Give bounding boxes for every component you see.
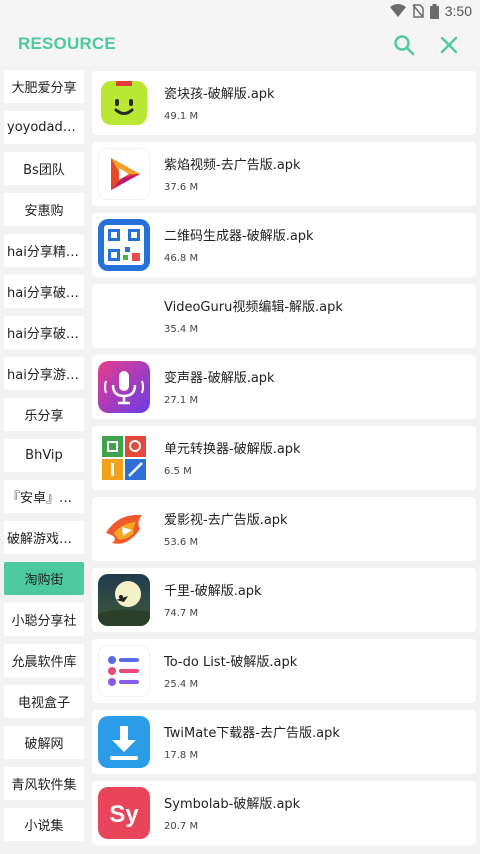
microphone-icon <box>98 361 150 413</box>
app-size: 25.4 M <box>164 679 199 690</box>
no-sim-icon <box>412 4 424 18</box>
app-size: 27.1 M <box>164 395 199 406</box>
svg-text:Sy: Sy <box>109 801 139 828</box>
sidebar-item[interactable]: Bs团队 <box>4 152 84 185</box>
app-name: 单元转换器-破解版.apk <box>164 442 301 457</box>
moon-witch-icon <box>98 574 150 626</box>
app-card[interactable]: 爱影视-去广告版.apk 53.6 M <box>92 497 476 561</box>
app-name: VideoGuru视频编辑-解版.apk <box>164 300 343 315</box>
app-card[interactable]: 单元转换器-破解版.apk 6.5 M <box>92 426 476 490</box>
app-name: Symbolab-破解版.apk <box>164 797 301 812</box>
sidebar-item[interactable]: yoyodadada <box>4 111 84 144</box>
app-name: 千里-破解版.apk <box>164 584 262 599</box>
app-card[interactable]: 二维码生成器-破解版.apk 46.8 M <box>92 213 476 277</box>
app-name: 二维码生成器-破解版.apk <box>164 229 314 244</box>
battery-icon <box>429 3 439 19</box>
search-icon <box>394 35 415 56</box>
status-bar: 3:50 <box>0 0 480 24</box>
sidebar-item[interactable]: 大肥爱分享 <box>4 70 84 103</box>
app-card[interactable]: To-do List-破解版.apk 25.4 M <box>92 639 476 703</box>
app-card[interactable]: 紫焰视频-去广告版.apk 37.6 M <box>92 142 476 206</box>
app-card[interactable]: 变声器-破解版.apk 27.1 M <box>92 355 476 419</box>
app-size: 53.6 M <box>164 537 199 548</box>
app-size: 20.7 M <box>164 821 199 832</box>
source-sidebar: 大肥爱分享 yoyodadada Bs团队 安惠购 hai分享精选… hai分享… <box>0 68 88 854</box>
close-icon <box>440 36 458 54</box>
app-size: 6.5 M <box>164 466 192 477</box>
app-card[interactable]: Sy Symbolab-破解版.apk 20.7 M <box>92 781 476 845</box>
app-name: 爱影视-去广告版.apk <box>164 513 288 528</box>
sidebar-item[interactable]: hai分享破解… <box>4 275 84 308</box>
page-title: RESOURCE <box>18 34 116 53</box>
sidebar-item[interactable]: 允晨软件库 <box>4 644 84 677</box>
download-arrow-icon <box>98 716 150 768</box>
sidebar-item[interactable]: 破解网 <box>4 726 84 759</box>
status-time: 3:50 <box>444 3 472 19</box>
app-size: 46.8 M <box>164 253 199 264</box>
app-list: 瓷块孩-破解版.apk 49.1 M 紫焰视频-去广告版.apk 37.6 M … <box>92 68 476 854</box>
flame-play-icon <box>98 503 150 555</box>
qr-code-icon <box>98 219 150 271</box>
sidebar-item[interactable]: hai分享破解… <box>4 316 84 349</box>
app-bar: RESOURCE <box>0 24 480 66</box>
sidebar-item[interactable]: 安惠购 <box>4 193 84 226</box>
app-name: TwiMate下载器-去广告版.apk <box>164 726 340 741</box>
wifi-icon <box>389 4 406 17</box>
sidebar-item[interactable]: 『安卓』破… <box>4 480 84 513</box>
sidebar-item[interactable]: 小说集 <box>4 808 84 841</box>
app-size: 17.8 M <box>164 750 199 761</box>
app-name: To-do List-破解版.apk <box>164 655 298 670</box>
app-card[interactable]: VideoGuru视频编辑-解版.apk 35.4 M <box>92 284 476 348</box>
sidebar-item[interactable]: 电视盒子 <box>4 685 84 718</box>
app-card[interactable]: 瓷块孩-破解版.apk 49.1 M <box>92 71 476 135</box>
blank-icon <box>98 290 150 342</box>
unit-converter-icon <box>98 432 150 484</box>
smiley-face-icon <box>98 77 150 129</box>
app-card[interactable]: TwiMate下载器-去广告版.apk 17.8 M <box>92 710 476 774</box>
app-name: 瓷块孩-破解版.apk <box>164 87 275 102</box>
app-size: 35.4 M <box>164 324 199 335</box>
app-size: 37.6 M <box>164 182 199 193</box>
app-size: 74.7 M <box>164 608 199 619</box>
sidebar-item[interactable]: BhVip <box>4 439 84 472</box>
app-card[interactable]: 千里-破解版.apk 74.7 M <box>92 568 476 632</box>
app-name: 紫焰视频-去广告版.apk <box>164 158 301 173</box>
sidebar-item[interactable]: 青风软件集 <box>4 767 84 800</box>
close-button[interactable] <box>434 30 464 60</box>
sidebar-item[interactable]: hai分享游戏… <box>4 357 84 390</box>
checklist-icon <box>98 645 150 697</box>
app-name: 变声器-破解版.apk <box>164 371 275 386</box>
app-size: 49.1 M <box>164 111 199 122</box>
play-triangle-icon <box>98 148 150 200</box>
sidebar-item[interactable]: hai分享精选… <box>4 234 84 267</box>
sidebar-item[interactable]: 小聪分享社 <box>4 603 84 636</box>
search-button[interactable] <box>389 30 419 60</box>
sidebar-item[interactable]: 乐分享 <box>4 398 84 431</box>
sidebar-item-active[interactable]: 淘购街 <box>4 562 84 595</box>
symbolab-sy-icon: Sy <box>98 787 150 839</box>
sidebar-item[interactable]: 破解游戏合集 <box>4 521 84 554</box>
